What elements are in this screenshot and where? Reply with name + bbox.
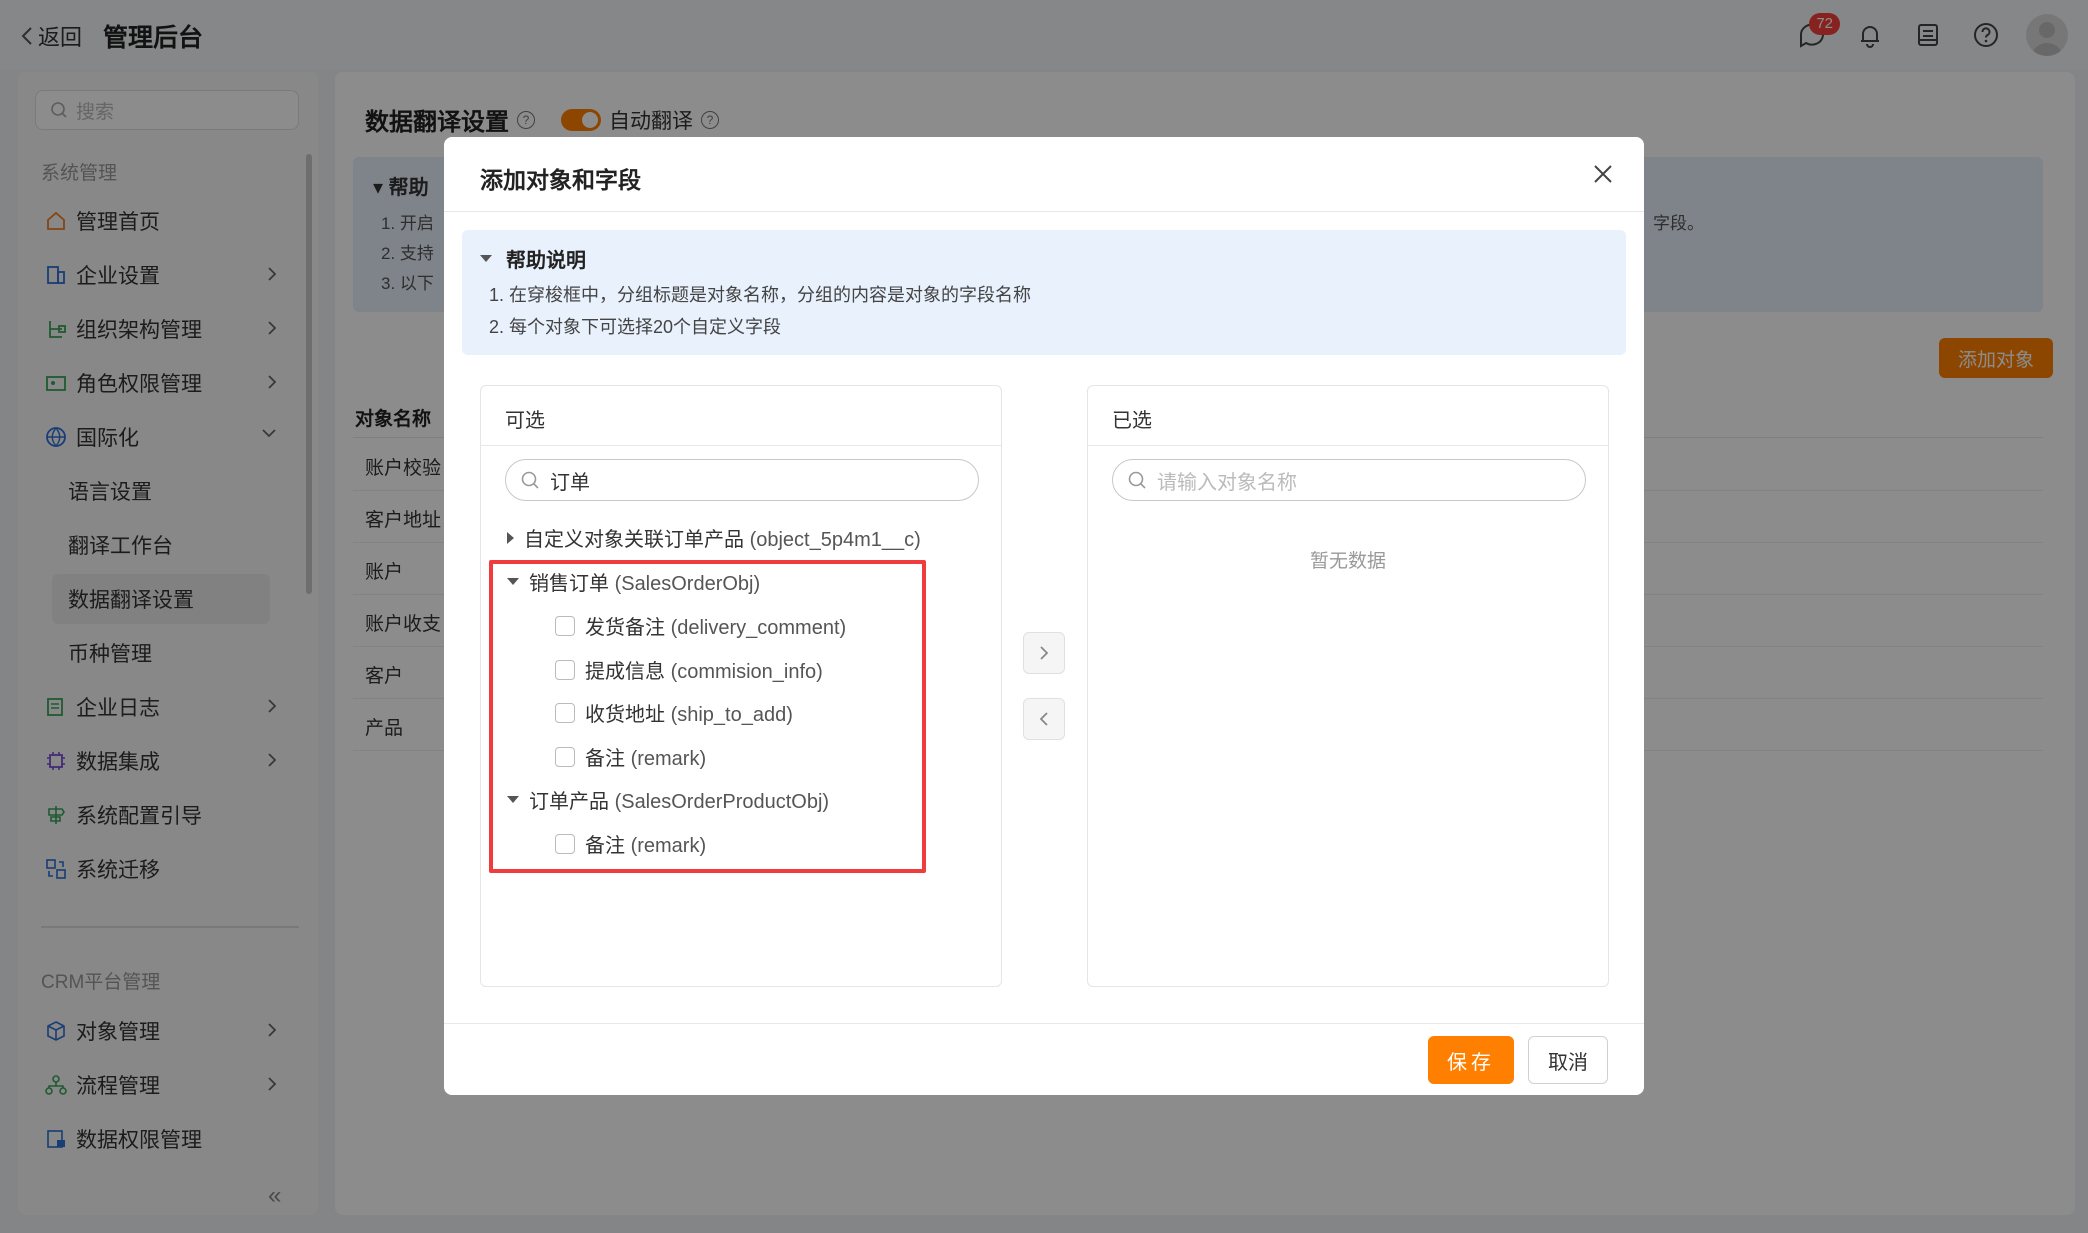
add-object-modal: 添加对象和字段 帮助说明 1. 在穿梭框中，分组标题是对象名称，分组的内容是对象… bbox=[444, 137, 1644, 1095]
caret-down-icon bbox=[480, 255, 492, 262]
search-icon bbox=[1128, 471, 1146, 489]
selected-search-placeholder: 请输入对象名称 bbox=[1157, 471, 1297, 494]
modal-header: 添加对象和字段 bbox=[444, 137, 1644, 212]
selected-search-input[interactable]: 请输入对象名称 bbox=[1112, 459, 1586, 501]
modal-footer-divider bbox=[444, 1023, 1644, 1024]
highlight-box bbox=[489, 560, 926, 873]
search-icon bbox=[521, 471, 539, 489]
modal-help-title: 帮助说明 bbox=[506, 250, 586, 272]
modal-help-line: 1. 在穿梭框中，分组标题是对象名称，分组的内容是对象的字段名称 bbox=[489, 285, 1032, 305]
chevron-left-icon bbox=[1039, 712, 1048, 726]
selected-panel-title: 已选 bbox=[1112, 410, 1152, 432]
chevron-right-icon bbox=[1040, 646, 1049, 660]
tree-group-custom-object[interactable]: 自定义对象关联订单产品 (object_5p4m1__c) bbox=[507, 523, 921, 552]
available-search-value: 订单 bbox=[550, 471, 590, 494]
cancel-button[interactable]: 取消 bbox=[1528, 1036, 1608, 1084]
modal-help-box: 帮助说明 1. 在穿梭框中，分组标题是对象名称，分组的内容是对象的字段名称 2.… bbox=[462, 230, 1626, 355]
selected-panel: 已选 请输入对象名称 暂无数据 bbox=[1087, 385, 1609, 987]
available-search-input[interactable]: 订单 bbox=[505, 459, 979, 501]
move-right-button[interactable] bbox=[1023, 632, 1065, 674]
modal-help-header[interactable]: 帮助说明 bbox=[480, 244, 586, 273]
save-button[interactable]: 保存 bbox=[1428, 1036, 1514, 1084]
modal-help-line: 2. 每个对象下可选择20个自定义字段 bbox=[489, 317, 782, 337]
empty-text: 暂无数据 bbox=[1309, 551, 1386, 572]
caret-right-icon[interactable] bbox=[507, 531, 514, 544]
modal-title: 添加对象和字段 bbox=[480, 167, 641, 193]
close-icon[interactable] bbox=[1590, 161, 1616, 187]
tree-label: 自定义对象关联订单产品 bbox=[524, 529, 744, 551]
selected-panel-header: 已选 bbox=[1088, 386, 1608, 446]
available-panel-title: 可选 bbox=[505, 410, 545, 432]
tree-api: (object_5p4m1__c) bbox=[749, 529, 921, 551]
move-left-button[interactable] bbox=[1023, 698, 1065, 740]
available-panel-header: 可选 bbox=[481, 386, 1001, 446]
